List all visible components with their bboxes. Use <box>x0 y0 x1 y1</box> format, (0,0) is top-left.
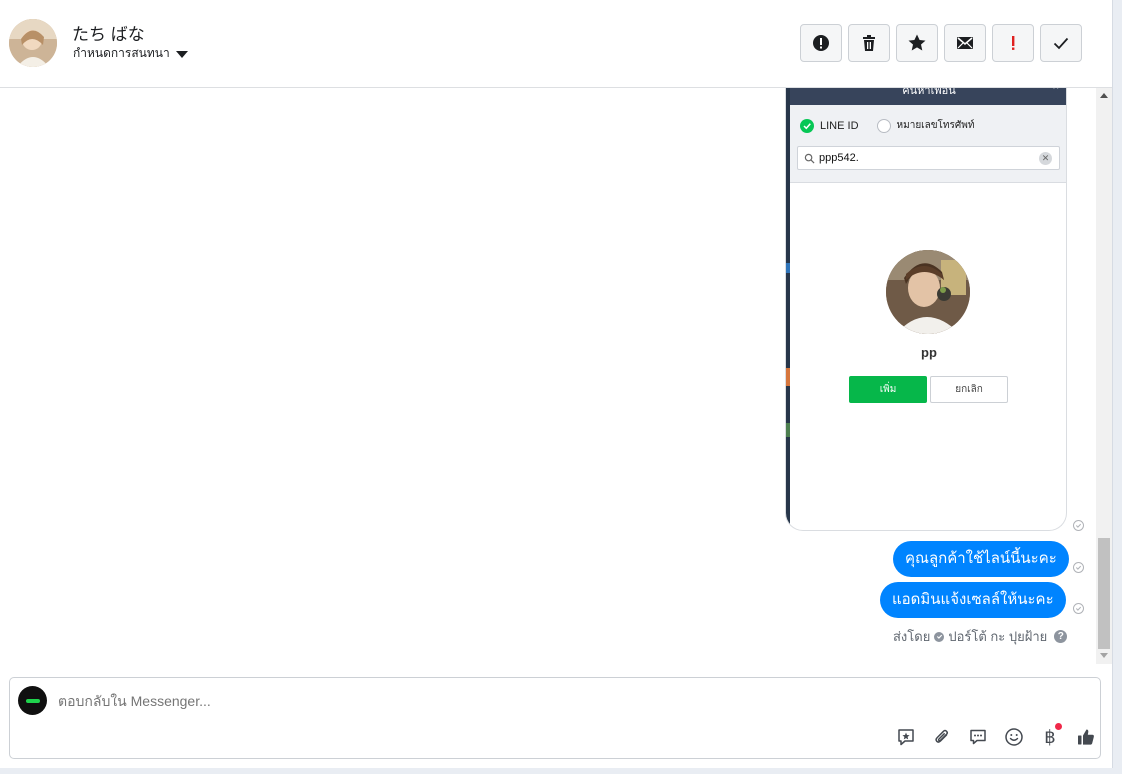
scroll-down-arrow-icon[interactable] <box>1100 653 1108 658</box>
page-avatar <box>18 686 47 715</box>
radio-checked-icon <box>800 118 814 133</box>
report-spam-button[interactable] <box>800 24 842 62</box>
help-icon[interactable]: ? <box>1054 630 1068 643</box>
sent-by-info: ส่งโดย ปอร์โต้ กะ ปุยฝ้าย ? <box>893 626 1068 647</box>
page-edge-bottom <box>0 768 1122 774</box>
delivered-icon <box>1073 520 1084 531</box>
trash-icon <box>863 35 875 51</box>
thread-scrollbar[interactable] <box>1096 88 1112 664</box>
attach-file-button[interactable] <box>924 726 960 748</box>
chat-bubble-icon <box>970 729 986 745</box>
mark-done-button[interactable] <box>1040 24 1082 62</box>
caret-down-icon <box>175 50 188 58</box>
emoji-button[interactable] <box>996 726 1032 748</box>
scroll-thumb[interactable] <box>1098 538 1110 649</box>
assign-conversation-dropdown[interactable]: กำหนดการสนทนา <box>73 44 188 63</box>
inbox-conversation-view: たち ばな กำหนดการสนทนา ค้นหาเพื่อน LINE ID … <box>0 0 1122 774</box>
outgoing-message[interactable]: แอดมินแจ้งเซลล์ให้นะคะ <box>880 582 1066 618</box>
star-button[interactable] <box>896 24 938 62</box>
delivered-icon <box>1073 603 1084 614</box>
scroll-up-arrow-icon[interactable] <box>1100 93 1108 98</box>
contact-avatar[interactable] <box>9 19 57 67</box>
saved-reply-icon <box>898 729 914 746</box>
emoji-icon <box>1005 728 1023 746</box>
option-line-id: LINE ID <box>820 119 859 132</box>
attachment-search-panel: LINE ID หมายเลขโทรศัพท์ ppp542. ✕ <box>790 105 1066 183</box>
delivered-icon <box>1073 562 1084 573</box>
attachment-icon <box>935 729 948 743</box>
reply-composer: ฿ <box>9 677 1101 759</box>
contact-name: たち ばな <box>72 25 145 44</box>
attachment-title: ค้นหาเพื่อน <box>902 88 956 97</box>
option-phone: หมายเลขโทรศัพท์ <box>896 120 975 131</box>
outgoing-message[interactable]: คุณลูกค้าใช้ไลน์นี้นะคะ <box>893 541 1069 577</box>
attachment-profile-photo <box>886 250 970 334</box>
sent-by-prefix: ส่งโดย <box>893 629 931 644</box>
payment-button[interactable]: ฿ <box>1032 723 1068 748</box>
conversation-toolbar <box>800 24 1082 62</box>
mark-important-button[interactable] <box>992 24 1034 62</box>
attachment-profile-name: pp <box>921 345 937 360</box>
image-attachment[interactable]: ค้นหาเพื่อน × LINE ID หมายเลขโทรศัพท์ pp… <box>785 88 1067 531</box>
attachment-titlebar: ค้นหาเพื่อน × <box>790 88 1066 105</box>
page-edge <box>1112 0 1122 774</box>
baht-payment-icon: ฿ <box>1044 726 1056 748</box>
search-icon <box>804 153 815 164</box>
thumbs-up-icon <box>1078 729 1094 745</box>
quick-reply-button[interactable] <box>960 726 996 748</box>
reply-input[interactable] <box>58 691 758 711</box>
mark-unread-button[interactable] <box>944 24 986 62</box>
attachment-search-value: ppp542. <box>819 152 859 164</box>
delete-button[interactable] <box>848 24 890 62</box>
message-thread: ค้นหาเพื่อน × LINE ID หมายเลขโทรศัพท์ pp… <box>0 88 1096 664</box>
sent-by-name: ปอร์โต้ กะ ปุยฝ้าย <box>948 629 1048 644</box>
attachment-search-field: ppp542. ✕ <box>797 146 1060 170</box>
search-type-options: LINE ID หมายเลขโทรศัพท์ <box>800 118 974 133</box>
alert-circle-icon <box>813 35 829 51</box>
clear-icon: ✕ <box>1039 152 1052 165</box>
envelope-icon <box>957 37 973 49</box>
star-icon <box>908 34 926 51</box>
attachment-add-button: เพิ่ม <box>849 376 927 403</box>
composer-toolbar: ฿ <box>888 723 1104 748</box>
close-icon: × <box>1053 88 1059 93</box>
conversation-header: たち ばな กำหนดการสนทนา <box>0 0 1112 88</box>
exclamation-icon <box>1012 36 1015 50</box>
assign-label: กำหนดการสนทนา <box>73 46 170 60</box>
attachment-cancel-button: ยกเลิก <box>930 376 1008 403</box>
like-button[interactable] <box>1068 726 1104 748</box>
radio-unchecked-icon <box>876 118 891 133</box>
verified-check-icon <box>934 631 945 642</box>
saved-reply-button[interactable] <box>888 726 924 748</box>
check-icon <box>1053 37 1069 50</box>
notification-dot <box>1055 723 1062 730</box>
